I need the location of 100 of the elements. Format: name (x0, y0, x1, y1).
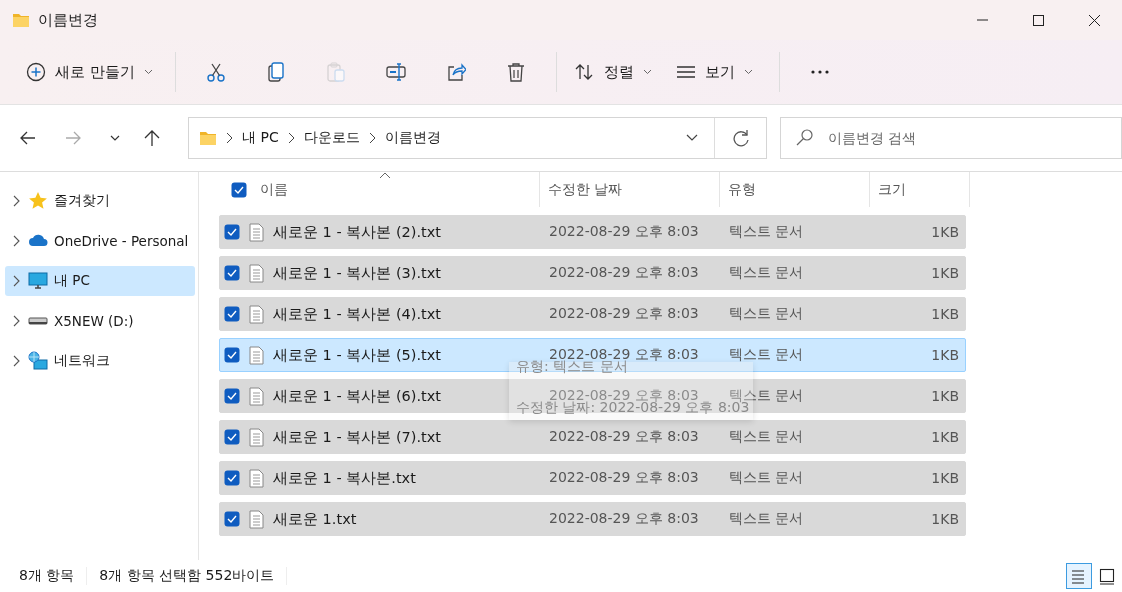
breadcrumb[interactable]: 내 PC (242, 129, 279, 147)
text-file-icon (249, 263, 264, 283)
file-size: 1KB (930, 306, 959, 322)
forward-arrow-icon (64, 129, 82, 147)
chevron-right-icon (287, 132, 295, 144)
file-type: 텍스트 문서 (728, 510, 805, 528)
file-name: 새로운 1.txt (273, 509, 357, 529)
minimize-icon (976, 19, 988, 21)
file-size: 1KB (930, 470, 959, 486)
selection-info: 8개 항목 선택함 552바이트 (99, 567, 288, 585)
row-checkbox[interactable] (224, 224, 240, 240)
chevron-right-icon (226, 132, 233, 144)
network-icon (28, 351, 48, 371)
file-type: 텍스트 문서 (728, 428, 805, 446)
breadcrumb[interactable]: 이름변경 (384, 129, 441, 147)
tiles-icon (1099, 567, 1115, 585)
column-header[interactable]: 유형 (720, 172, 870, 207)
sidebar-item[interactable]: 즐겨찾기 (5, 186, 195, 216)
row-checkbox[interactable] (224, 265, 240, 281)
chevron-right-icon (368, 132, 376, 144)
modified-date: 2022-08-29 오후 8:03 (548, 305, 700, 323)
text-file-icon (249, 509, 264, 529)
sidebar-item[interactable]: X5NEW (D:) (5, 306, 195, 336)
file-name: 새로운 1 - 복사본 (2).txt (273, 222, 441, 242)
more-icon (809, 69, 830, 75)
new-button[interactable]: 새로 만들기 (18, 50, 161, 94)
row-checkbox[interactable] (224, 347, 240, 363)
file-name: 새로운 1 - 복사본 (7).txt (273, 427, 441, 447)
folder-icon (199, 129, 217, 147)
share-icon (445, 62, 466, 82)
sidebar-item[interactable]: 내 PC (5, 266, 195, 296)
sort-button[interactable]: 정렬 (566, 50, 660, 94)
file-name: 새로운 1 - 복사본 (5).txt (273, 345, 441, 365)
chevron-icon (642, 69, 652, 75)
chevron-icon (143, 69, 153, 75)
star-icon (28, 191, 48, 211)
column-header[interactable]: 크기 (870, 172, 970, 207)
file-type: 텍스트 문서 (728, 469, 805, 487)
file-name: 새로운 1 - 복사본.txt (273, 468, 416, 488)
chevron-down-icon (110, 135, 120, 141)
plus-icon (26, 62, 46, 82)
file-row[interactable]: 새로운 1 - 복사본 (4).txt 2022-08-29 오후 8:03 텍스트 문서 1KB (219, 297, 966, 331)
clipboard-icon (325, 62, 346, 82)
chevron-icon (743, 69, 753, 75)
address-bar[interactable]: 내 PC 다운로드 이름변경 (188, 117, 767, 159)
file-size: 1KB (930, 429, 959, 445)
close-icon (1086, 12, 1102, 28)
expand-chevron-icon (13, 275, 20, 287)
sidebar-item[interactable]: OneDrive - Personal (5, 226, 195, 256)
column-header[interactable]: 이름 (219, 172, 540, 207)
column-header[interactable]: 수정한 날짜 (540, 172, 720, 207)
text-file-icon (249, 304, 264, 324)
file-row[interactable]: 새로운 1 - 복사본 (3).txt 2022-08-29 오후 8:03 텍스트 문서 1KB (219, 256, 966, 290)
file-size: 1KB (930, 265, 959, 281)
list-icon (1071, 567, 1087, 585)
scissors-icon (205, 62, 226, 82)
file-type: 텍스트 문서 (728, 223, 805, 241)
sidebar-item[interactable]: 네트워크 (5, 346, 195, 376)
modified-date: 2022-08-29 오후 8:03 (548, 223, 700, 241)
row-checkbox[interactable] (224, 388, 240, 404)
file-row[interactable]: 새로운 1 - 복사본 (2).txt 2022-08-29 오후 8:03 텍스트 문서 1KB (219, 215, 966, 249)
modified-date: 2022-08-29 오후 8:03 (548, 510, 700, 528)
rename-icon (385, 62, 406, 82)
breadcrumb[interactable]: 다운로드 (303, 129, 360, 147)
modified-date: 2022-08-29 오후 8:03 (549, 387, 699, 403)
expand-chevron-icon (13, 235, 20, 247)
text-file-icon (249, 345, 264, 365)
file-size: 1KB (930, 224, 959, 240)
row-checkbox[interactable] (224, 306, 240, 322)
file-row[interactable]: 새로운 1 - 복사본 (7).txt 2022-08-29 오후 8:03 텍스트 문서 1KB (219, 420, 966, 454)
up-arrow-icon (143, 129, 161, 147)
folder-icon (12, 11, 30, 29)
row-checkbox[interactable] (224, 470, 240, 486)
maximize-icon (1030, 12, 1046, 28)
search-field[interactable]: 이름변경 검색 (780, 117, 1122, 159)
file-type: 텍스트 문서 (729, 387, 805, 403)
back-arrow-icon (19, 129, 37, 147)
trash-icon (505, 62, 526, 82)
row-checkbox[interactable] (224, 511, 240, 527)
file-size: 1KB (930, 388, 959, 404)
text-file-icon (249, 427, 264, 447)
file-name: 새로운 1 - 복사본 (4).txt (273, 304, 441, 324)
text-file-icon (249, 222, 264, 242)
copy-icon (265, 62, 286, 82)
refresh-icon (731, 129, 750, 147)
file-name: 새로운 1 - 복사본 (6).txt (273, 386, 441, 406)
row-checkbox[interactable] (224, 429, 240, 445)
file-name: 새로운 1 - 복사본 (3).txt (273, 263, 441, 283)
select-all-checkbox[interactable] (231, 181, 247, 198)
item-count: 8개 항목 (19, 567, 88, 585)
modified-date: 2022-08-29 오후 8:03 (548, 264, 700, 282)
file-size: 1KB (930, 511, 959, 527)
file-row[interactable]: 새로운 1.txt 2022-08-29 오후 8:03 텍스트 문서 1KB (219, 502, 966, 536)
window-title: 이름변경 (38, 10, 98, 30)
view-button[interactable]: 보기 (667, 50, 761, 94)
expand-chevron-icon (13, 195, 20, 207)
sort-icon (574, 62, 595, 82)
modified-date: 2022-08-29 오후 8:03 (548, 469, 700, 487)
file-row[interactable]: 새로운 1 - 복사본.txt 2022-08-29 오후 8:03 텍스트 문서 1KB (219, 461, 966, 495)
text-file-icon (249, 468, 264, 488)
